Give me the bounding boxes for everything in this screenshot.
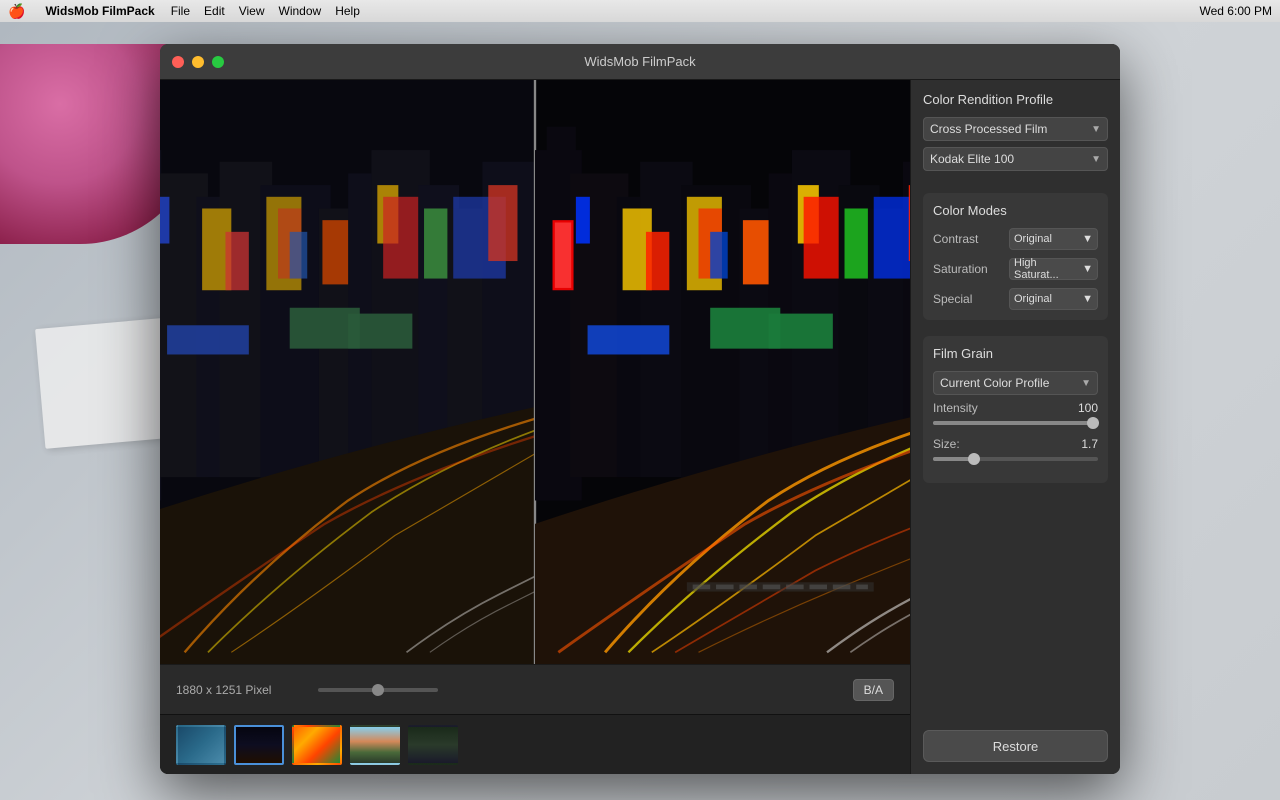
menu-help[interactable]: Help <box>335 4 360 18</box>
menubar: 🍎 WidsMob FilmPack File Edit View Window… <box>0 0 1280 22</box>
intensity-slider[interactable] <box>933 421 1098 425</box>
special-label: Special <box>933 292 1003 306</box>
thumbnails-bar <box>160 714 910 774</box>
minimize-button[interactable] <box>192 56 204 68</box>
intensity-label: Intensity <box>933 401 978 415</box>
profile-dropdown[interactable]: Cross Processed Film ▼ <box>923 117 1108 141</box>
saturation-label: Saturation <box>933 262 1003 276</box>
film-grain-section: Film Grain Current Color Profile ▼ Inten… <box>923 336 1108 483</box>
special-value: Original <box>1014 293 1052 305</box>
thumbnail-1[interactable] <box>176 725 226 765</box>
grain-profile-arrow: ▼ <box>1081 378 1091 389</box>
menubar-clock: Wed 6:00 PM <box>1200 4 1272 18</box>
size-value: 1.7 <box>1081 437 1098 451</box>
restore-button[interactable]: Restore <box>923 730 1108 762</box>
film-grain-title: Film Grain <box>933 346 1098 361</box>
city-image <box>160 80 910 664</box>
pixel-info: 1880 x 1251 Pixel <box>176 683 306 697</box>
color-rendition-title: Color Rendition Profile <box>923 92 1108 107</box>
contrast-dropdown[interactable]: Original ▼ <box>1009 228 1098 250</box>
right-panel: Color Rendition Profile Cross Processed … <box>910 80 1120 774</box>
intensity-row: Intensity 100 <box>933 401 1098 415</box>
sub-profile-dropdown-value: Kodak Elite 100 <box>930 152 1014 166</box>
window-content: 1880 x 1251 Pixel B/A Colo <box>160 80 1120 774</box>
ba-toggle-button[interactable]: B/A <box>853 679 894 701</box>
contrast-row: Contrast Original ▼ <box>933 228 1098 250</box>
app-window: WidsMob FilmPack <box>160 44 1120 774</box>
special-row: Special Original ▼ <box>933 288 1098 310</box>
thumbnail-4[interactable] <box>350 725 400 765</box>
grain-profile-value: Current Color Profile <box>940 376 1049 390</box>
profile-dropdown-arrow: ▼ <box>1091 124 1101 135</box>
app-name[interactable]: WidsMob FilmPack <box>45 4 154 18</box>
close-button[interactable] <box>172 56 184 68</box>
thumbnail-3[interactable] <box>292 725 342 765</box>
menu-file[interactable]: File <box>171 4 190 18</box>
saturation-arrow: ▼ <box>1082 263 1093 275</box>
color-modes-section: Color Modes Contrast Original ▼ Saturati… <box>923 193 1108 320</box>
sub-profile-dropdown[interactable]: Kodak Elite 100 ▼ <box>923 147 1108 171</box>
apple-menu[interactable]: 🍎 <box>8 3 25 20</box>
bottom-bar: 1880 x 1251 Pixel B/A <box>160 664 910 714</box>
zoom-slider[interactable] <box>318 688 438 692</box>
color-rendition-section: Color Rendition Profile Cross Processed … <box>923 92 1108 177</box>
profile-dropdown-value: Cross Processed Film <box>930 122 1047 136</box>
special-arrow: ▼ <box>1082 293 1093 305</box>
size-slider[interactable] <box>933 457 1098 461</box>
sub-profile-dropdown-arrow: ▼ <box>1091 154 1101 165</box>
intensity-value: 100 <box>1078 401 1098 415</box>
zoom-slider-container <box>318 688 841 692</box>
saturation-value: High Saturat... <box>1014 257 1082 281</box>
size-label: Size: <box>933 437 960 451</box>
menu-view[interactable]: View <box>239 4 265 18</box>
traffic-lights <box>172 56 224 68</box>
canvas-area: 1880 x 1251 Pixel B/A <box>160 80 910 774</box>
color-modes-title: Color Modes <box>933 203 1098 218</box>
thumbnail-5[interactable] <box>408 725 458 765</box>
grain-profile-dropdown[interactable]: Current Color Profile ▼ <box>933 371 1098 395</box>
saturation-dropdown[interactable]: High Saturat... ▼ <box>1009 258 1098 280</box>
zoom-thumb[interactable] <box>372 684 384 696</box>
size-row: Size: 1.7 <box>933 437 1098 451</box>
contrast-value: Original <box>1014 233 1052 245</box>
intensity-slider-fill <box>933 421 1093 425</box>
intensity-slider-thumb[interactable] <box>1087 417 1099 429</box>
special-dropdown[interactable]: Original ▼ <box>1009 288 1098 310</box>
contrast-arrow: ▼ <box>1082 233 1093 245</box>
thumbnail-2[interactable] <box>234 725 284 765</box>
size-slider-thumb[interactable] <box>968 453 980 465</box>
contrast-label: Contrast <box>933 232 1003 246</box>
menu-window[interactable]: Window <box>279 4 322 18</box>
window-title: WidsMob FilmPack <box>584 54 695 69</box>
menu-edit[interactable]: Edit <box>204 4 225 18</box>
maximize-button[interactable] <box>212 56 224 68</box>
image-container <box>160 80 910 664</box>
titlebar: WidsMob FilmPack <box>160 44 1120 80</box>
saturation-row: Saturation High Saturat... ▼ <box>933 258 1098 280</box>
